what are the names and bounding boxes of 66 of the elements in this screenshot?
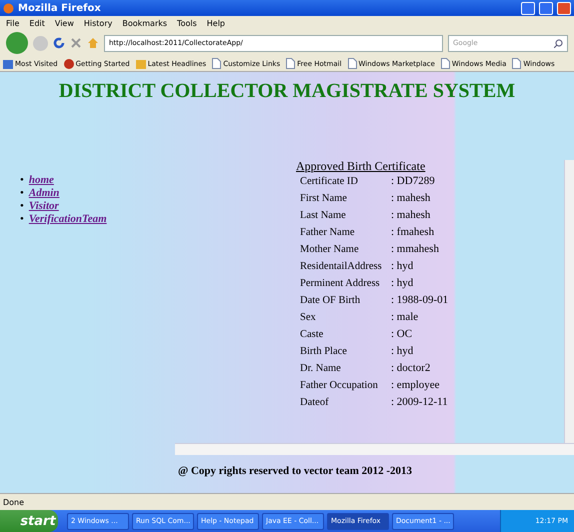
nav-link[interactable]: Visitor bbox=[28, 200, 59, 213]
field-value: : OC bbox=[391, 328, 414, 341]
bullet: • bbox=[20, 200, 24, 213]
menu-item[interactable]: Tools bbox=[177, 18, 197, 28]
menu-item[interactable]: Edit bbox=[29, 18, 45, 28]
field-value: : 1988-09-01 bbox=[391, 294, 450, 307]
field-value: : mmahesh bbox=[391, 243, 440, 256]
field-label: Father Name bbox=[300, 226, 356, 239]
globe-icon bbox=[64, 58, 74, 68]
firefox-logo-icon bbox=[3, 2, 14, 14]
field-value: : doctor2 bbox=[391, 362, 432, 375]
menu-item[interactable]: File bbox=[6, 18, 20, 28]
menu-item[interactable]: History bbox=[84, 18, 112, 28]
status-text: Done bbox=[3, 498, 24, 506]
field-label: Last Name bbox=[300, 209, 347, 222]
field-label: Dr. Name bbox=[300, 362, 342, 375]
reload-icon[interactable] bbox=[53, 37, 65, 49]
minimize-button[interactable] bbox=[521, 2, 535, 14]
bullet: • bbox=[20, 174, 24, 187]
page-icon bbox=[348, 58, 357, 69]
page-icon bbox=[440, 58, 450, 69]
menu-item[interactable]: Help bbox=[206, 18, 226, 28]
field-label: Sex bbox=[300, 311, 317, 324]
bullet: • bbox=[20, 187, 24, 200]
field-value: : employee bbox=[391, 379, 441, 392]
back-button[interactable] bbox=[6, 32, 28, 54]
search-icon bbox=[554, 38, 563, 48]
field-value: : hyd bbox=[391, 260, 414, 273]
menu-item[interactable]: View bbox=[54, 18, 74, 28]
field-label: Perminent Address bbox=[300, 277, 381, 290]
field-value: : DD7289 bbox=[391, 175, 436, 188]
field-label: Mother Name bbox=[300, 243, 360, 256]
field-value: : male bbox=[391, 311, 420, 324]
field-label: ResidentailAddress bbox=[300, 260, 383, 273]
field-value: : mahesh bbox=[391, 192, 432, 205]
page-icon bbox=[512, 58, 522, 69]
page-icon bbox=[212, 58, 222, 69]
field-value: : mahesh bbox=[391, 209, 432, 222]
start-button[interactable]: start bbox=[0, 510, 58, 532]
field-label: Date OF Birth bbox=[300, 294, 362, 307]
field-label: Caste bbox=[300, 328, 324, 341]
folder-icon bbox=[136, 58, 146, 68]
home-icon[interactable] bbox=[87, 37, 99, 49]
close-button[interactable] bbox=[557, 2, 571, 14]
field-value: : 2009-12-11 bbox=[391, 396, 449, 409]
window-title: Mozilla Firefox bbox=[18, 2, 102, 14]
field-value: : hyd bbox=[391, 277, 414, 290]
page-title: DISTRICT COLLECTOR MAGISTRATE SYSTEM bbox=[58, 80, 516, 104]
maximize-button[interactable] bbox=[539, 2, 553, 14]
menu-item[interactable]: Bookmarks bbox=[122, 18, 168, 28]
copyright-text: @ Copy rights reserved to vector team 2012 -2013 bbox=[178, 465, 412, 477]
field-label: First Name bbox=[300, 192, 348, 205]
nav-link[interactable]: VerificationTeam bbox=[28, 213, 107, 226]
nav-link[interactable]: home bbox=[28, 174, 54, 187]
close-icon[interactable] bbox=[70, 37, 82, 49]
field-label: Birth Place bbox=[300, 345, 348, 358]
field-label: Father Occupation bbox=[300, 379, 379, 392]
field-label: Dateof bbox=[300, 396, 330, 409]
field-value: : fmahesh bbox=[391, 226, 436, 239]
certificate-heading: Approved Birth Certificate bbox=[296, 160, 426, 173]
folder-icon bbox=[3, 58, 13, 68]
page-icon bbox=[286, 58, 296, 69]
bullet: • bbox=[20, 213, 24, 226]
field-label: Certificate ID bbox=[300, 175, 360, 188]
field-value: : hyd bbox=[391, 345, 414, 358]
nav-link[interactable]: Admin bbox=[28, 187, 60, 200]
